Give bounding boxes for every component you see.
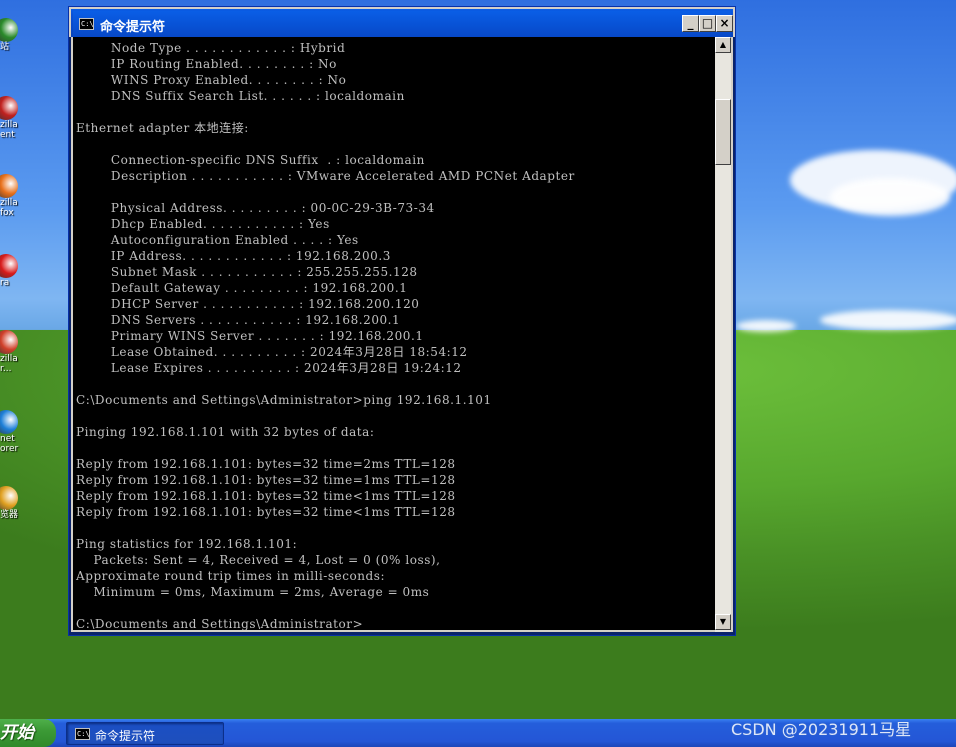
desktop-icon[interactable]: net orer [0,410,44,454]
desktop-icon-label: zilla r... [0,354,18,374]
console-line: Description . . . . . . . . . . . : VMwa… [76,169,575,183]
console-line: Node Type . . . . . . . . . . . . : Hybr… [76,41,346,55]
desktop-icon[interactable]: zilla ent [0,96,44,140]
console-line: Approximate round trip times in milli-se… [76,569,386,583]
console-line: Ping statistics for 192.168.1.101: [76,537,298,551]
console-line: Primary WINS Server . . . . . . . : 192.… [76,329,424,343]
taskbar-item-label: 命令提示符 [95,729,156,743]
desktop-icon[interactable]: 站 [0,18,44,52]
wallpaper-cloud [820,310,956,330]
console-line: DNS Suffix Search List. . . . . . : loca… [76,89,405,103]
console-line: Packets: Sent = 4, Received = 4, Lost = … [76,553,441,567]
console-line: Reply from 192.168.1.101: bytes=32 time=… [76,457,456,471]
minimize-button[interactable]: _ [682,15,699,32]
console-line: DHCP Server . . . . . . . . . . . : 192.… [76,297,420,311]
desktop-icon-label: zilla ent [0,120,18,140]
start-button[interactable]: 开始 [0,719,56,747]
internet-explorer-icon [0,410,18,434]
console-line: Reply from 192.168.1.101: bytes=32 time<… [76,489,456,503]
desktop-icon[interactable]: zilla r... [0,330,44,374]
console-line: Reply from 192.168.1.101: bytes=32 time=… [76,473,456,487]
console-line: Connection-specific DNS Suffix . : local… [76,153,425,167]
console-line: Dhcp Enabled. . . . . . . . . . . : Yes [76,217,330,231]
console-line: Pinging 192.168.1.101 with 32 bytes of d… [76,425,375,439]
desktop-icon-label: 站 [0,42,10,52]
chrome-icon [0,486,18,510]
taskbar-item-command-prompt[interactable]: C:\ 命令提示符 [66,722,224,745]
console-line: Ethernet adapter 本地连接: [76,121,249,135]
title-bar[interactable]: C:\ 命令提示符 _ □ × [69,7,735,37]
opera-icon [0,254,18,278]
console-line: IP Address. . . . . . . . . . . . : 192.… [76,249,391,263]
desktop-icon[interactable]: ra [0,254,44,288]
title-bar-fill[interactable]: C:\ 命令提示符 _ □ × [73,11,733,37]
desktop-icon-label: net orer [0,434,19,454]
desktop-icon[interactable]: zilla fox [0,174,44,218]
cmd-icon[interactable]: C:\ [79,18,94,30]
vertical-scrollbar[interactable]: ▲ ▼ [715,37,733,632]
watermark: CSDN @20231911马星 [731,720,912,739]
wallpaper-cloud [736,320,796,332]
desktop-icon[interactable]: 览器 [0,486,44,520]
console-line: Autoconfiguration Enabled . . . . : Yes [76,233,359,247]
maximize-button[interactable]: □ [699,15,716,32]
firefox-icon [0,174,18,198]
console-line: IP Routing Enabled. . . . . . . . : No [76,57,337,71]
scroll-down-button[interactable]: ▼ [715,614,731,630]
console-line: DNS Servers . . . . . . . . . . . : 192.… [76,313,401,327]
cmd-icon: C:\ [75,728,90,740]
console-line: C:\Documents and Settings\Administrator> [76,617,364,631]
filezilla-icon [0,96,18,120]
console-line: C:\Documents and Settings\Administrator>… [76,393,492,407]
window-title: 命令提示符 [100,20,166,35]
console-line: Default Gateway . . . . . . . . . : 192.… [76,281,408,295]
command-prompt-window[interactable]: C:\ 命令提示符 _ □ × Node Type . . . . . . . … [68,6,736,636]
console-line: WINS Proxy Enabled. . . . . . . . : No [76,73,347,87]
network-icon [0,18,18,42]
scroll-thumb[interactable] [715,99,731,165]
console-line: Reply from 192.168.1.101: bytes=32 time<… [76,505,456,519]
console-line: Lease Obtained. . . . . . . . . . : 2024… [76,345,468,359]
console-line: Subnet Mask . . . . . . . . . . . : 255.… [76,265,418,279]
scroll-up-button[interactable]: ▲ [715,37,731,53]
filezilla-server-icon [0,330,18,354]
desktop-icon-label: ra [0,278,10,288]
wallpaper-cloud [830,178,950,216]
console-line: Minimum = 0ms, Maximum = 2ms, Average = … [76,585,430,599]
console-output[interactable]: Node Type . . . . . . . . . . . . : Hybr… [71,37,715,632]
desktop-icon-label: 览器 [0,510,19,520]
close-button[interactable]: × [716,15,733,32]
console-line: Physical Address. . . . . . . . . : 00-0… [76,201,435,215]
desktop-icon-label: zilla fox [0,198,18,218]
console-line: Lease Expires . . . . . . . . . . : 2024… [76,361,462,375]
